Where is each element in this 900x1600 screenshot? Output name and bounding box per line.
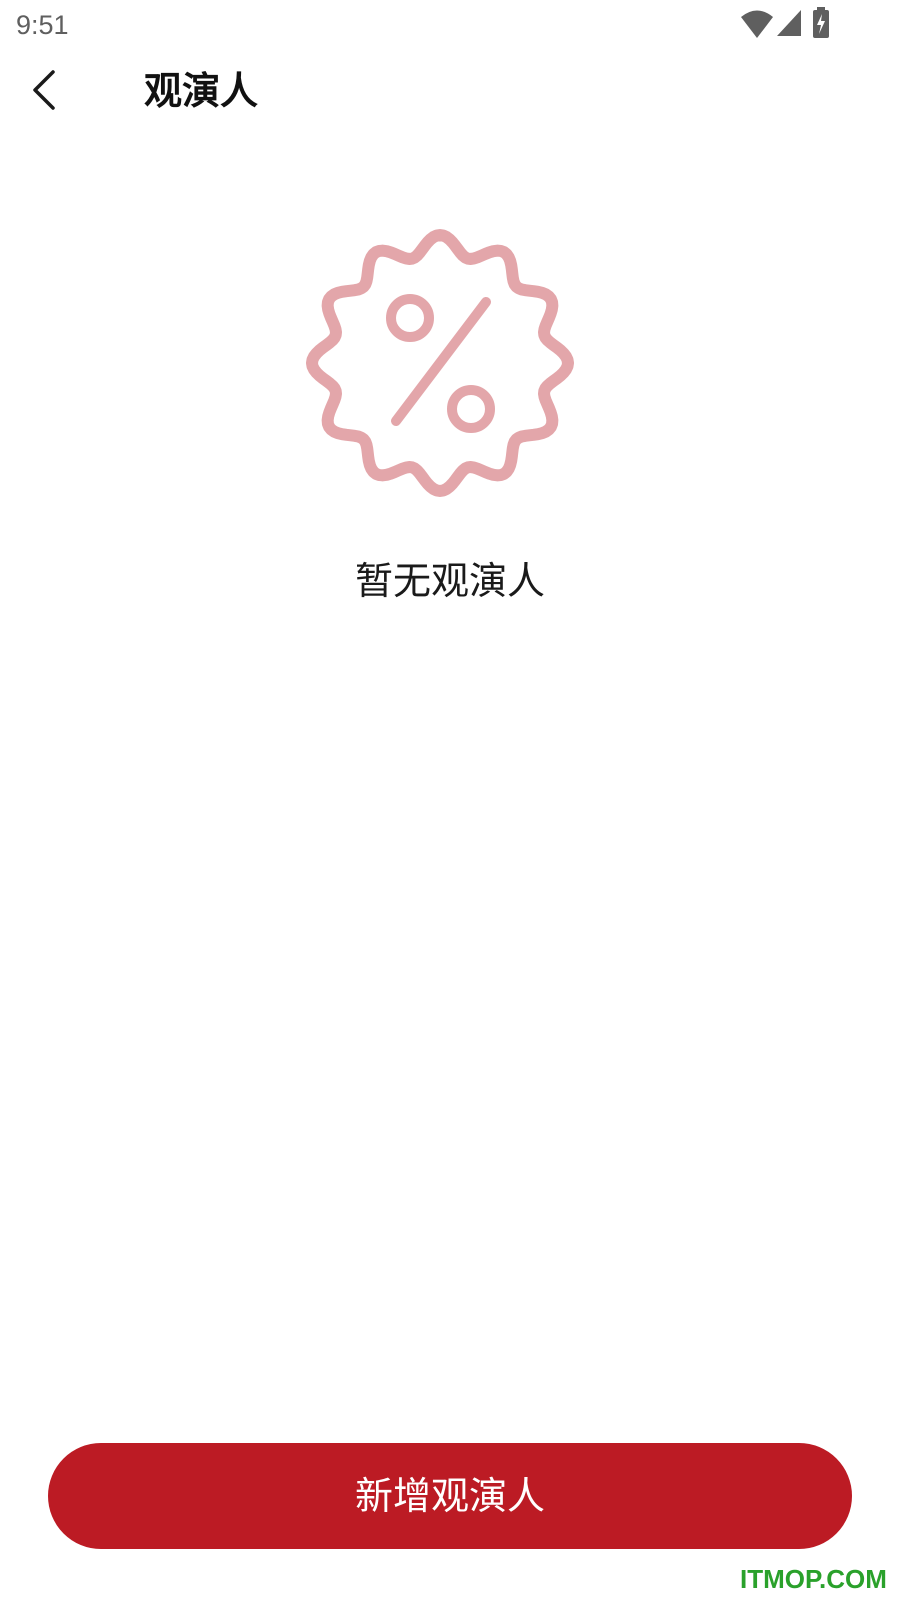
discount-badge-icon bbox=[306, 229, 574, 497]
battery-charging-icon bbox=[813, 7, 829, 38]
add-audience-button[interactable]: 新增观演人 bbox=[48, 1443, 852, 1549]
wifi-icon bbox=[741, 10, 773, 38]
empty-state-illustration bbox=[300, 225, 600, 505]
watermark: ITMOP.COM bbox=[740, 1564, 887, 1594]
empty-state-message: 暂无观演人 bbox=[354, 559, 545, 603]
back-button[interactable] bbox=[20, 62, 70, 118]
page-title: 观演人 bbox=[144, 69, 259, 113]
app-header: 观演人 bbox=[0, 50, 900, 136]
chevron-left-icon bbox=[33, 70, 55, 110]
status-icons bbox=[740, 6, 840, 42]
cellular-signal-icon bbox=[777, 10, 801, 36]
status-time: 9:51 bbox=[16, 10, 69, 40]
status-bar: 9:51 bbox=[0, 0, 900, 50]
